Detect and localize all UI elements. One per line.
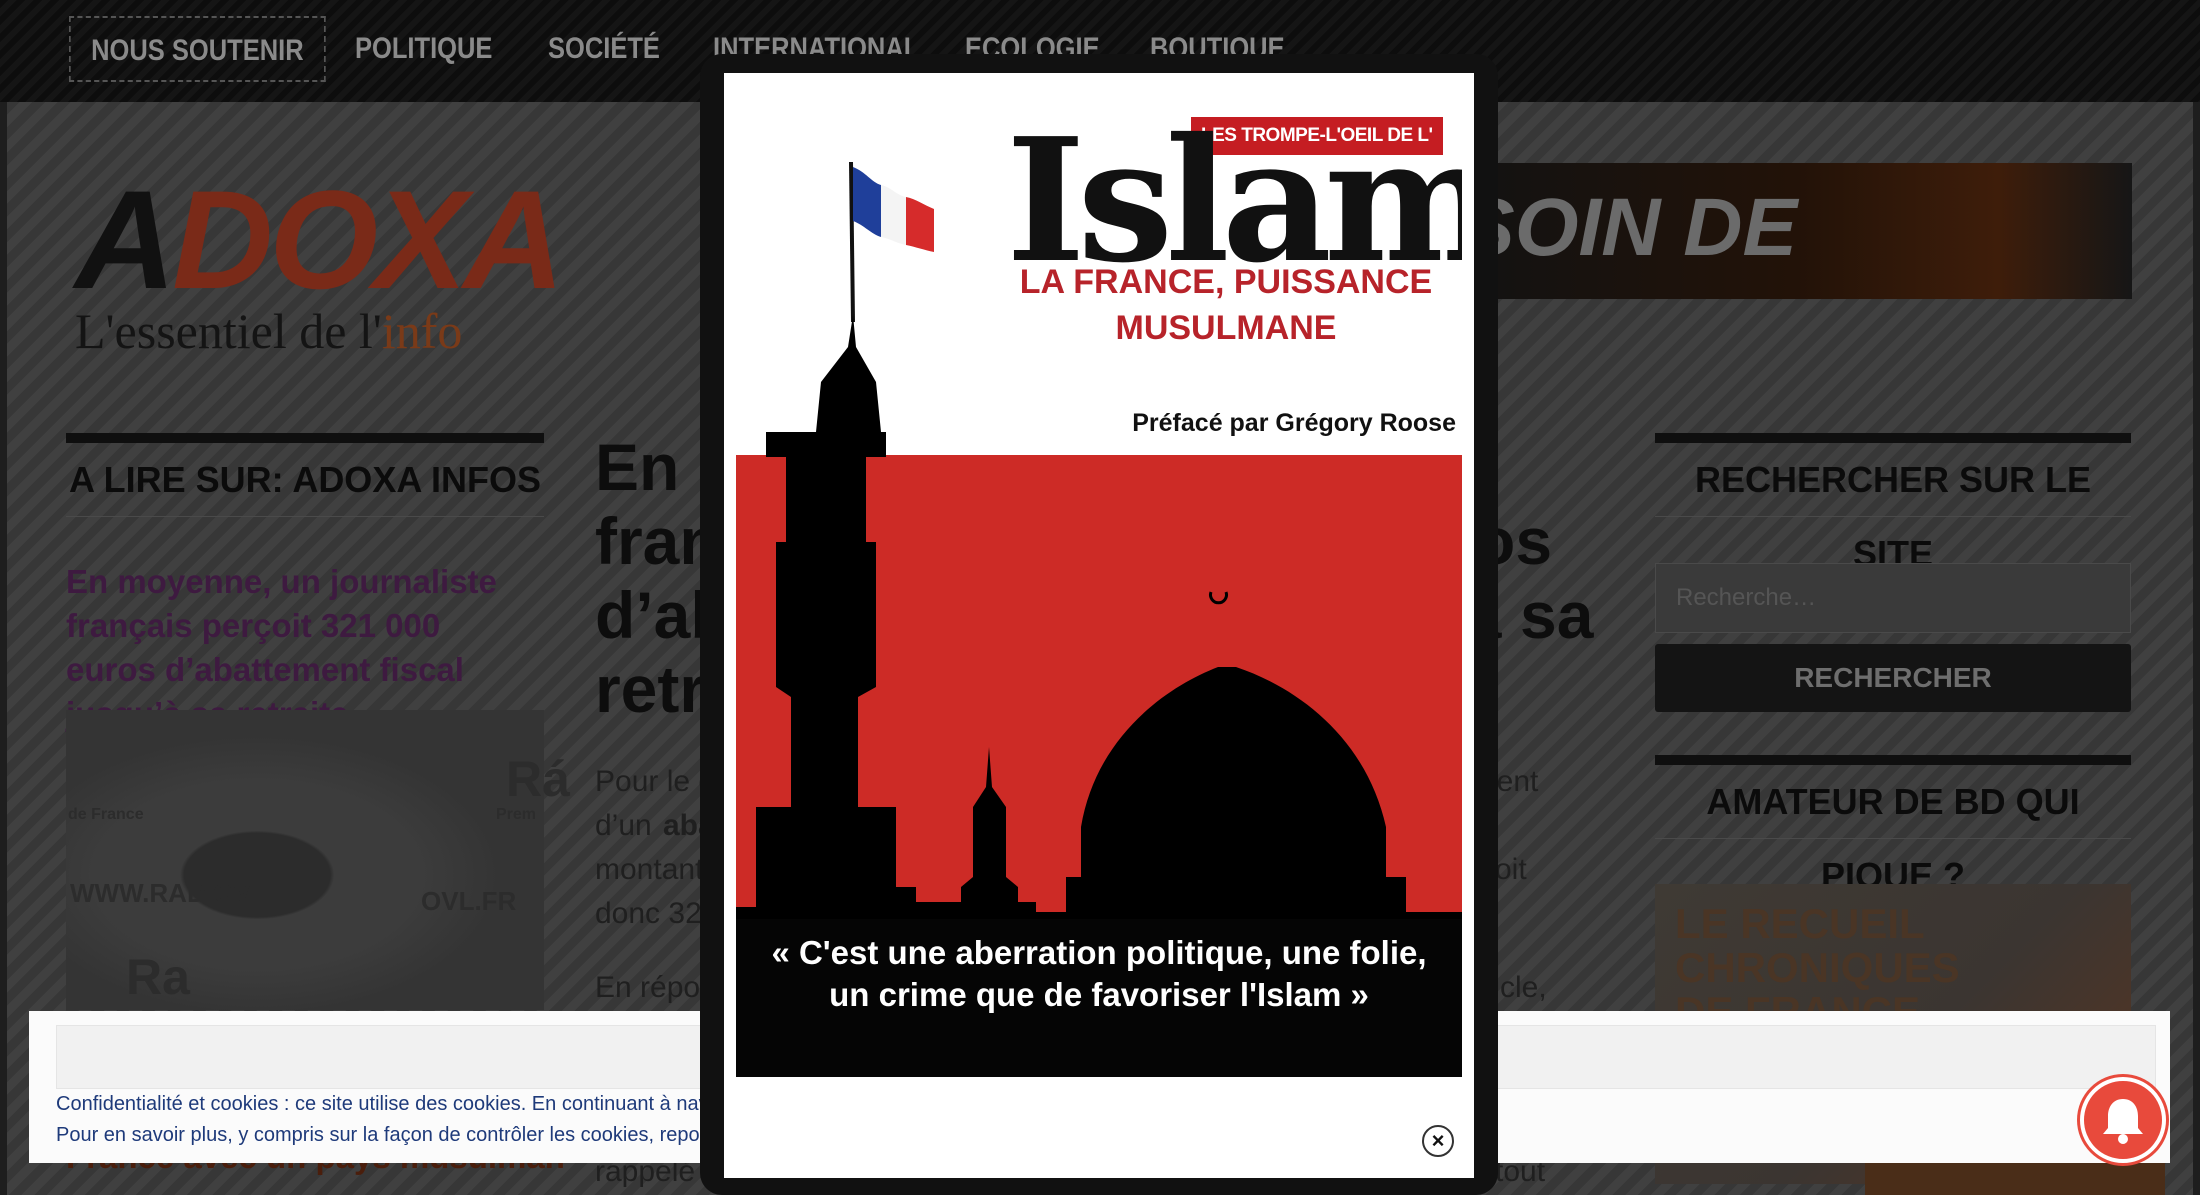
nav-item-nous-soutenir[interactable]: NOUS SOUTENIR (69, 16, 326, 82)
cover-quote-line-2: un crime que de favoriser l'Islam » (829, 976, 1369, 1013)
logo-letter-a: A (75, 161, 176, 318)
sidebar-left-title: A LIRE SUR: ADOXA INFOS (66, 433, 544, 517)
nav-item-politique[interactable]: POLITIQUE (355, 16, 492, 82)
cover-quote: « C'est une aberration politique, une fo… (736, 932, 1462, 1016)
cover-subtitle-line-2: MUSULMANE (1115, 309, 1337, 347)
article-body-fragment: d’un (595, 809, 652, 842)
logo-letters-rest: DOXA (172, 161, 564, 318)
cover-subtitle-line-1: LA FRANCE, PUISSANCE (1019, 263, 1433, 301)
close-icon[interactable]: × (1422, 1125, 1454, 1157)
article-body-fragment: En répon (595, 971, 717, 1004)
logo-wordmark: ADOXA (75, 170, 565, 310)
search-button[interactable]: RECHERCHER (1655, 644, 2131, 712)
cover-preface: Préfacé par Grégory Roose (1132, 409, 1456, 437)
thumb-text: OVL.FR (421, 886, 517, 916)
article-body-fragment: montant (595, 853, 704, 886)
article-thumbnail[interactable]: WWW.RADIOVL. OVL.FR Ra Rá de France Prem (66, 710, 570, 1010)
site-logo[interactable]: ADOXA L'essentiel de l'info (75, 170, 565, 360)
thumb-text: Prem (496, 806, 537, 823)
french-flag-icon (853, 167, 934, 252)
bell-icon (2103, 1099, 2143, 1144)
logo-tagline-text: L'essentiel de l' (75, 303, 382, 359)
thumb-text: Rá (506, 751, 570, 807)
thumb-text: de France (68, 806, 144, 823)
logo-tagline-accent: info (381, 303, 463, 359)
thumb-text: Ra (126, 949, 190, 1005)
banner-text: SOIN DE (1460, 182, 1798, 273)
search-input[interactable]: Recherche… (1655, 563, 2131, 633)
header-banner[interactable]: SOIN DE (1460, 163, 2132, 299)
book-cover-image[interactable]: LES TROMPE-L'OEIL DE L' Islam LA FRANCE,… (736, 87, 1462, 1077)
search-section-title: RECHERCHER SUR LE SITE (1655, 433, 2131, 574)
article-title-fragment: retr (595, 652, 706, 726)
nav-item-societe[interactable]: SOCIÉTÉ (548, 16, 660, 82)
article-body-fragment: oit (1495, 853, 1527, 886)
bd-section-title: AMATEUR DE BD QUI PIQUE ? (1655, 755, 2131, 896)
thumb-text: WWW.RADIOVL. (70, 878, 274, 908)
article-body-fragment: Pour le c (595, 765, 714, 798)
notification-bell-button[interactable] (2080, 1077, 2166, 1163)
flag-pole (849, 161, 855, 323)
popup-modal: LES TROMPE-L'OEIL DE L' Islam LA FRANCE,… (724, 73, 1474, 1178)
cover-quote-line-1: « C'est une aberration politique, une fo… (771, 934, 1427, 971)
cover-subtitle: LA FRANCE, PUISSANCE MUSULMANE (996, 259, 1456, 351)
